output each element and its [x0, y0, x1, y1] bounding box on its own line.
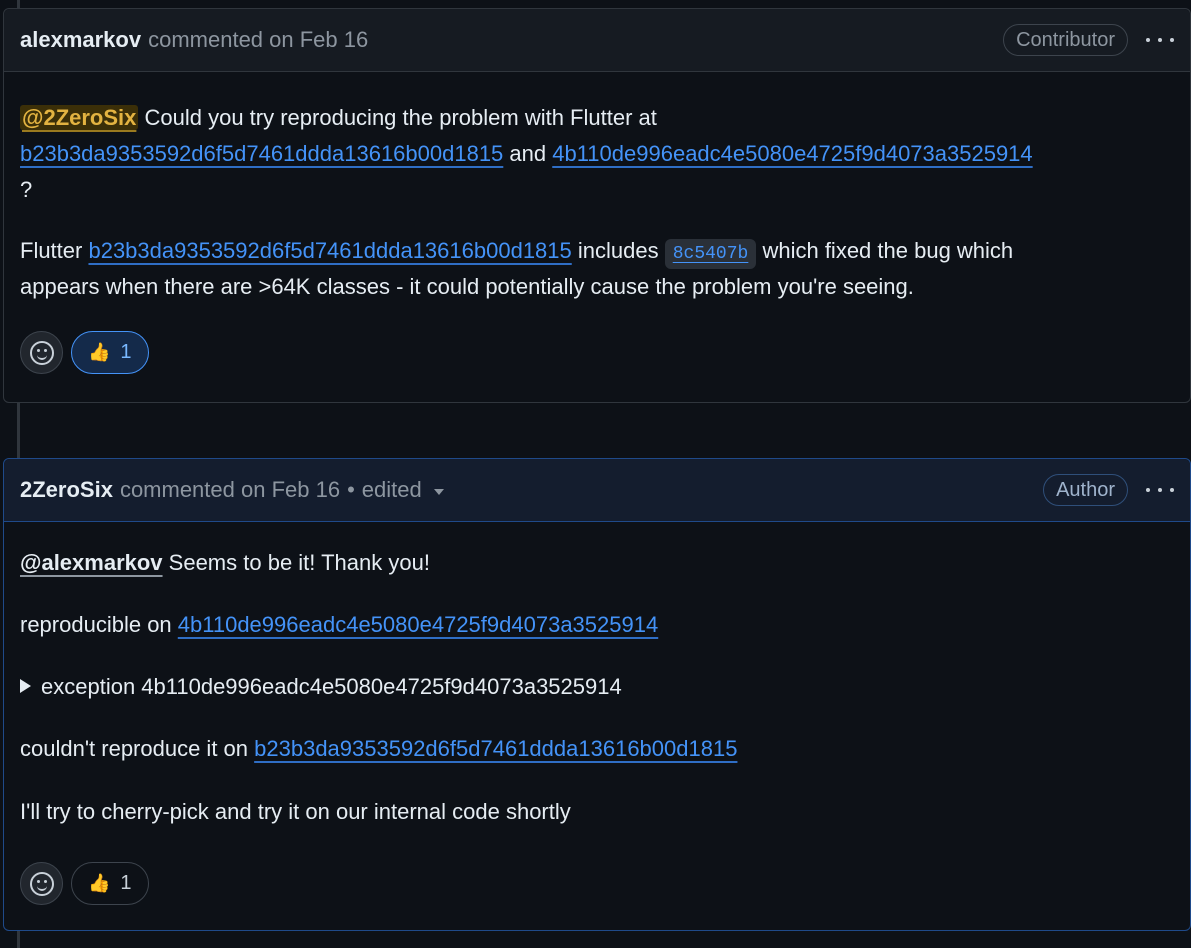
- commit-chip[interactable]: 8c5407b: [664, 239, 757, 269]
- comment-text: Flutter: [20, 238, 89, 263]
- chevron-down-icon[interactable]: [433, 489, 444, 495]
- reaction-count: 1: [120, 872, 132, 894]
- add-reaction-button[interactable]: [20, 862, 63, 905]
- user-mention[interactable]: @2ZeroSix: [20, 105, 139, 130]
- comment-2zerosix: 2ZeroSix commented on Feb 16 • edited Au…: [3, 458, 1191, 931]
- comment-text: reproducible on: [20, 612, 178, 637]
- comment-paragraph: @2ZeroSix Could you try reproducing the …: [20, 100, 1174, 208]
- comment-text: appears when there are >64K classes - it…: [20, 274, 914, 299]
- comment-paragraph: @alexmarkov Seems to be it! Thank you!: [20, 550, 1174, 576]
- disclosure-triangle-icon[interactable]: [20, 679, 31, 694]
- comment-header: alexmarkov commented on Feb 16 Contribut…: [4, 9, 1190, 72]
- commit-link[interactable]: b23b3da9353592d6f5d7461ddda13616b00d1815: [254, 736, 737, 761]
- reactions-bar: 👍 1: [20, 862, 149, 905]
- comment-text: includes: [571, 238, 665, 263]
- timeline-line: [17, 402, 20, 458]
- comment-text: which fixed the bug which: [756, 238, 1014, 263]
- comment-paragraph: reproducible on 4b110de996eadc4e5080e472…: [20, 612, 1174, 638]
- reaction-count: 1: [120, 341, 132, 363]
- timeline-line: [17, 930, 20, 948]
- kebab-icon[interactable]: [1146, 28, 1174, 52]
- smiley-icon: [29, 871, 54, 896]
- comment-header: 2ZeroSix commented on Feb 16 • edited Au…: [4, 459, 1190, 522]
- add-reaction-button[interactable]: [20, 331, 63, 374]
- comment-paragraph: I'll try to cherry-pick and try it on ou…: [20, 799, 1174, 825]
- author-badge: Author: [1043, 474, 1128, 506]
- comment-author[interactable]: 2ZeroSix: [20, 477, 113, 503]
- comment-paragraph: couldn't reproduce it on b23b3da9353592d…: [20, 736, 1174, 762]
- details-summary[interactable]: exception 4b110de996eadc4e5080e4725f9d40…: [20, 674, 1174, 700]
- edited-dropdown[interactable]: edited: [362, 477, 422, 503]
- commit-link[interactable]: 4b110de996eadc4e5080e4725f9d4073a3525914: [552, 141, 1032, 166]
- comment-text: and: [503, 141, 553, 166]
- comment-timestamp[interactable]: commented on Feb 16: [148, 27, 368, 53]
- comment-timestamp[interactable]: commented on Feb 16 • edited: [120, 477, 444, 503]
- comment-text: Seems to be it! Thank you!: [162, 550, 430, 575]
- comment-text: couldn't reproduce it on: [20, 736, 255, 761]
- comment-text: Could you try reproducing the problem wi…: [138, 105, 657, 130]
- comment-alexmarkov: alexmarkov commented on Feb 16 Contribut…: [3, 8, 1191, 403]
- contributor-badge: Contributor: [1003, 24, 1128, 56]
- thumbs-up-reaction[interactable]: 👍 1: [71, 862, 149, 905]
- comment-author[interactable]: alexmarkov: [20, 27, 141, 53]
- comment-text: ?: [20, 177, 33, 202]
- user-mention[interactable]: @alexmarkov: [20, 550, 163, 575]
- commit-link[interactable]: b23b3da9353592d6f5d7461ddda13616b00d1815: [88, 238, 571, 263]
- comment-text: I'll try to cherry-pick and try it on ou…: [20, 799, 571, 824]
- reactions-bar: 👍 1: [20, 331, 149, 374]
- timeline-line: [17, 0, 20, 8]
- thumbs-up-icon: 👍: [88, 342, 111, 362]
- thumbs-up-reaction[interactable]: 👍 1: [71, 331, 149, 374]
- thumbs-up-icon: 👍: [88, 873, 111, 893]
- comment-paragraph: Flutter b23b3da9353592d6f5d7461ddda13616…: [20, 233, 1174, 305]
- kebab-icon[interactable]: [1146, 478, 1174, 502]
- commit-link[interactable]: b23b3da9353592d6f5d7461ddda13616b00d1815: [20, 141, 503, 166]
- commit-link[interactable]: 4b110de996eadc4e5080e4725f9d4073a3525914: [178, 612, 658, 637]
- smiley-icon: [29, 340, 54, 365]
